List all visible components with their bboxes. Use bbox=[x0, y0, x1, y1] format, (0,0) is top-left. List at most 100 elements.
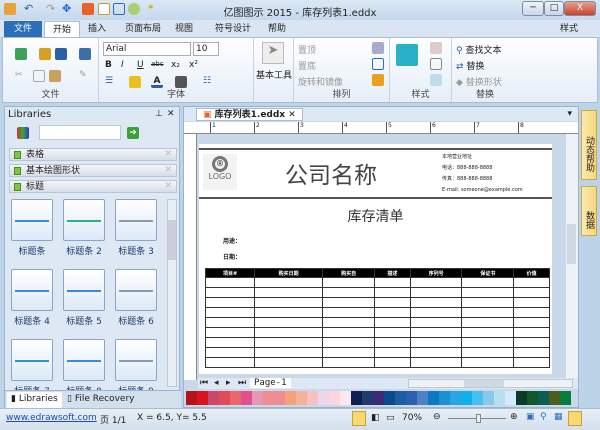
color-swatch[interactable] bbox=[197, 391, 208, 405]
last-page-icon[interactable]: ⏭ bbox=[238, 378, 246, 388]
bold-button[interactable]: B bbox=[105, 60, 112, 70]
cut-icon[interactable]: ✂ bbox=[15, 70, 27, 82]
group-icon[interactable] bbox=[372, 58, 384, 70]
shape-thumbnail[interactable] bbox=[63, 199, 105, 241]
table-row[interactable] bbox=[204, 307, 550, 318]
color-swatch[interactable] bbox=[186, 391, 197, 405]
color-swatch[interactable] bbox=[296, 391, 307, 405]
table-row[interactable] bbox=[204, 327, 550, 338]
tab-list-icon[interactable]: ▾ bbox=[567, 109, 572, 119]
open-icon[interactable] bbox=[39, 48, 51, 60]
table-row[interactable] bbox=[204, 297, 550, 308]
send-to-back-button[interactable]: 置底 bbox=[298, 59, 316, 72]
table-row[interactable] bbox=[204, 317, 550, 328]
shape-thumbnail[interactable] bbox=[63, 269, 105, 311]
shape-thumbnail[interactable] bbox=[11, 339, 53, 381]
web-view-icon[interactable]: ◧ bbox=[371, 413, 380, 423]
library-scrollbar[interactable] bbox=[167, 199, 177, 387]
format-painter-icon[interactable]: ✎ bbox=[79, 70, 91, 82]
shadow-icon[interactable] bbox=[430, 74, 442, 86]
color-swatch[interactable] bbox=[428, 391, 439, 405]
strikethrough-button[interactable]: abc bbox=[151, 60, 164, 68]
subscript-button[interactable]: x₂ bbox=[171, 60, 180, 70]
color-swatch[interactable] bbox=[549, 391, 560, 405]
font-name-select[interactable]: Arial bbox=[103, 42, 191, 56]
color-swatch[interactable] bbox=[230, 391, 241, 405]
shape-thumbnail[interactable] bbox=[11, 199, 53, 241]
v-scroll-thumb[interactable] bbox=[567, 224, 576, 264]
tab-home[interactable]: 开始 bbox=[44, 21, 81, 37]
tab-file-recovery[interactable]: ▯ File Recovery bbox=[67, 392, 134, 408]
color-swatch[interactable] bbox=[461, 391, 472, 405]
line-icon[interactable] bbox=[430, 58, 442, 70]
close-panel-icon[interactable]: ✕ bbox=[167, 109, 175, 119]
library-menu-icon[interactable] bbox=[17, 127, 29, 139]
tab-symbol-design[interactable]: 符号设计 bbox=[207, 21, 259, 37]
color-swatch[interactable] bbox=[516, 391, 527, 405]
table-row[interactable] bbox=[204, 287, 550, 298]
close-button[interactable]: X bbox=[564, 1, 596, 16]
new-icon[interactable] bbox=[15, 48, 27, 60]
page-tab[interactable]: Page-1 bbox=[250, 378, 291, 388]
color-swatch[interactable] bbox=[340, 391, 351, 405]
color-swatch[interactable] bbox=[219, 391, 230, 405]
tab-view[interactable]: 视图 bbox=[167, 21, 201, 37]
presentation-icon[interactable]: ▭ bbox=[386, 413, 395, 423]
tab-libraries[interactable]: ▮ Libraries bbox=[7, 392, 62, 408]
side-tab-data[interactable]: 数据 bbox=[581, 186, 597, 236]
prev-page-icon[interactable]: ◂ bbox=[214, 378, 219, 388]
paste-icon[interactable] bbox=[49, 70, 61, 82]
superscript-button[interactable]: x² bbox=[189, 60, 198, 70]
tab-help[interactable]: 帮助 bbox=[260, 21, 294, 37]
minimize-button[interactable]: ─ bbox=[522, 1, 544, 16]
color-swatch[interactable] bbox=[285, 391, 296, 405]
normal-view-button[interactable] bbox=[352, 411, 366, 426]
color-swatch[interactable] bbox=[483, 391, 494, 405]
library-search-input[interactable] bbox=[39, 125, 121, 140]
category-table[interactable]: 表格 ✕ bbox=[9, 148, 177, 161]
side-tab-dynamic-help[interactable]: 动态帮助 bbox=[581, 110, 597, 180]
color-swatch[interactable] bbox=[538, 391, 549, 405]
website-link[interactable]: www.edrawsoft.com bbox=[6, 413, 97, 423]
category-titles[interactable]: 标题 ✕ bbox=[9, 180, 177, 193]
italic-button[interactable]: I bbox=[121, 60, 124, 70]
document-page[interactable]: ® LOGO 公司名称 本地营业地址 电话：888-888-8888 传真：888-… bbox=[199, 144, 552, 374]
save-icon[interactable] bbox=[55, 48, 67, 60]
style-menu[interactable]: 样式 bbox=[552, 21, 586, 37]
font-size-select[interactable]: 10 bbox=[193, 42, 219, 56]
color-swatch[interactable] bbox=[439, 391, 450, 405]
color-swatch[interactable] bbox=[362, 391, 373, 405]
tab-file[interactable]: 文件 bbox=[4, 21, 42, 37]
color-swatch[interactable] bbox=[417, 391, 428, 405]
color-swatch[interactable] bbox=[373, 391, 384, 405]
shape-thumbnail[interactable] bbox=[115, 269, 157, 311]
lock-icon[interactable] bbox=[372, 74, 384, 86]
go-icon[interactable]: ➔ bbox=[127, 127, 139, 139]
shape-thumbnail[interactable] bbox=[11, 269, 53, 311]
style-brush-icon[interactable] bbox=[396, 44, 418, 66]
color-swatch[interactable] bbox=[384, 391, 395, 405]
tab-page-layout[interactable]: 页面布局 bbox=[117, 21, 169, 37]
fullscreen-button[interactable] bbox=[568, 411, 582, 426]
print-icon[interactable] bbox=[79, 48, 91, 60]
tool-group[interactable]: ➤ 基本工具 bbox=[254, 38, 294, 102]
shape-thumbnail[interactable] bbox=[63, 339, 105, 381]
shape-thumbnail[interactable] bbox=[115, 199, 157, 241]
replace-button[interactable]: ⇄ 替换 bbox=[456, 59, 484, 72]
underline-button[interactable]: U bbox=[137, 60, 144, 70]
color-swatch[interactable] bbox=[351, 391, 362, 405]
zoom-slider-thumb[interactable] bbox=[475, 414, 481, 423]
color-swatch[interactable] bbox=[263, 391, 274, 405]
color-swatch[interactable] bbox=[560, 391, 571, 405]
color-swatch[interactable] bbox=[450, 391, 461, 405]
color-swatch[interactable] bbox=[395, 391, 406, 405]
pointer-icon[interactable]: ➤ bbox=[262, 42, 284, 64]
color-swatch[interactable] bbox=[406, 391, 417, 405]
color-swatch[interactable] bbox=[307, 391, 318, 405]
color-swatch[interactable] bbox=[329, 391, 340, 405]
maximize-button[interactable]: □ bbox=[544, 1, 564, 16]
color-swatch[interactable] bbox=[505, 391, 516, 405]
color-swatch[interactable] bbox=[318, 391, 329, 405]
color-swatch[interactable] bbox=[252, 391, 263, 405]
table-row[interactable] bbox=[204, 277, 550, 288]
